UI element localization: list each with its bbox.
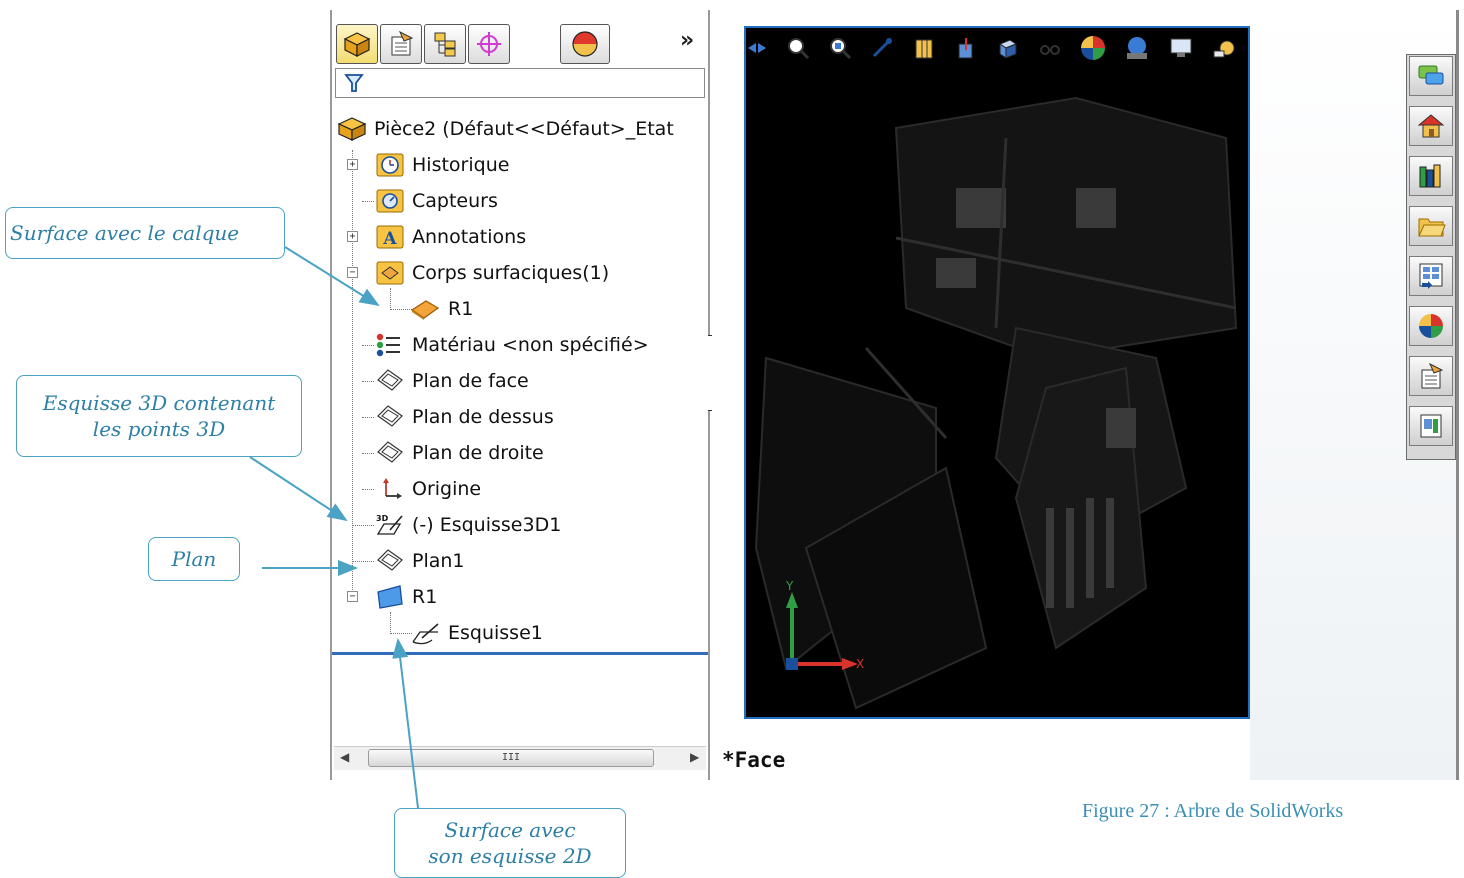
callout-arrow [284, 246, 380, 307]
callout-arrows [249, 246, 419, 809]
callout-arrow [249, 456, 348, 522]
figure-caption: Figure 27 : Arbre de SolidWorks [1082, 800, 1344, 822]
callout-arrow [392, 638, 419, 809]
